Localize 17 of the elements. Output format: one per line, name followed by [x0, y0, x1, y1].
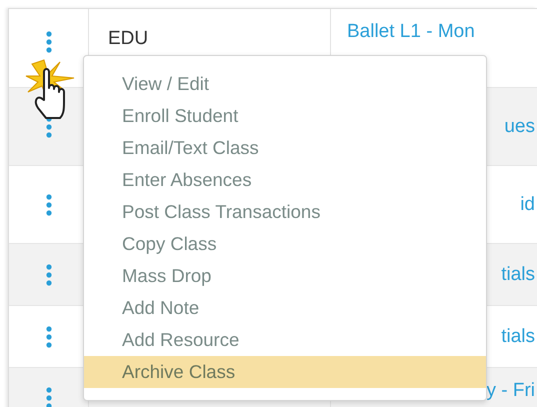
menu-item[interactable]: Enroll Student [84, 100, 486, 132]
menu-item[interactable]: Mass Drop [84, 260, 486, 292]
menu-item[interactable]: View / Edit [84, 68, 486, 100]
menu-item[interactable]: Archive Class [84, 356, 486, 388]
class-link[interactable]: Ballet L1 - Mon [347, 21, 475, 43]
menu-item[interactable]: Post Class Transactions [84, 196, 486, 228]
menu-item[interactable]: Add Note [84, 292, 486, 324]
class-link[interactable]: tials [501, 264, 535, 286]
menu-item[interactable]: Add Resource [84, 324, 486, 356]
table-cell: EDU [108, 28, 148, 49]
class-link[interactable]: y - Fri [486, 380, 535, 402]
menu-item[interactable]: Copy Class [84, 228, 486, 260]
class-link[interactable]: id [520, 194, 535, 216]
class-link[interactable]: tials [501, 326, 535, 348]
menu-item[interactable]: Enter Absences [84, 164, 486, 196]
class-link[interactable]: ues [504, 116, 535, 138]
menu-item[interactable]: Email/Text Class [84, 132, 486, 164]
